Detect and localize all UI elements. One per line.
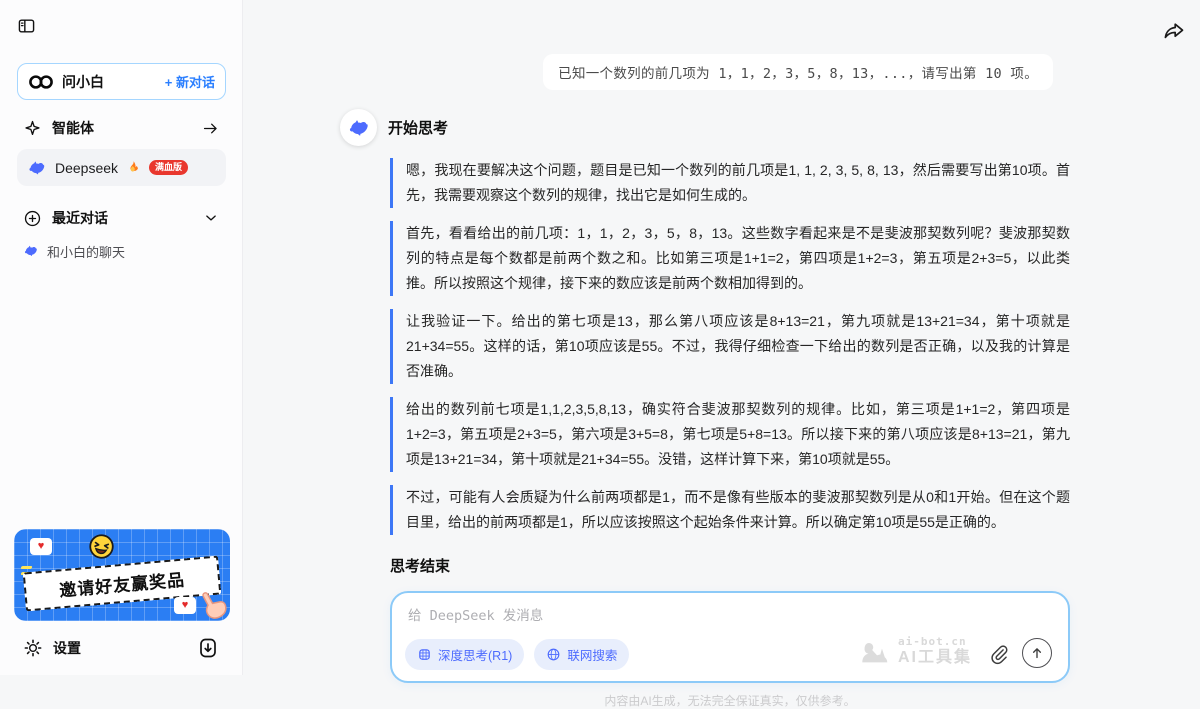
settings-label: 设置	[53, 638, 81, 658]
download-app-icon[interactable]	[196, 635, 220, 661]
aibot-logo-icon	[859, 638, 891, 665]
sidebar-item-agents[interactable]: 智能体	[17, 112, 226, 144]
sidebar: 问小白 + 新对话 智能体 Deepseek 满血版 最近对话 和小白的聊天 ♥…	[0, 0, 243, 675]
deepseek-label: Deepseek	[55, 160, 118, 176]
send-button[interactable]	[1022, 638, 1052, 668]
new-chat-button[interactable]: + 新对话	[165, 72, 215, 91]
knot-icon	[417, 647, 432, 662]
thought-paragraph: 首先，看看给出的前几项：1，1，2，3，5，8，13。这些数字看起来是不是斐波那…	[390, 221, 1070, 296]
circle-plus-icon	[23, 209, 42, 228]
thought-paragraph: 让我验证一下。给出的第七项是13，那么第八项应该是8+13=21，第九项就是13…	[390, 309, 1070, 384]
recent-chats-label: 最近对话	[52, 208, 108, 228]
fire-icon	[126, 160, 141, 175]
gear-icon	[23, 638, 43, 658]
deepseek-avatar	[340, 109, 377, 146]
laughing-emoji-icon	[86, 531, 116, 561]
deep-think-toggle[interactable]: 深度思考(R1)	[405, 639, 524, 670]
web-search-toggle[interactable]: 联网搜索	[534, 639, 629, 670]
message-composer[interactable]: 深度思考(R1) 联网搜索 ai-bot.cn AI工具集	[390, 591, 1070, 683]
sidebar-toggle-icon[interactable]	[16, 16, 37, 36]
globe-icon	[546, 647, 561, 662]
user-message: 已知一个数列的前几项为 1，1，2，3，5，8，13，...，请写出第 10 项…	[543, 54, 1053, 90]
paperclip-icon[interactable]	[988, 643, 1010, 665]
arrow-right-icon[interactable]	[201, 119, 220, 138]
watermark: ai-bot.cn AI工具集	[859, 636, 972, 667]
deepseek-badge: 满血版	[149, 160, 188, 175]
sidebar-item-deepseek[interactable]: Deepseek 满血版	[17, 149, 226, 186]
recent-chat-item[interactable]: 和小白的聊天	[17, 238, 226, 264]
thinking-start-header: 开始思考	[340, 109, 1070, 146]
web-search-label: 联网搜索	[567, 645, 617, 664]
deep-think-label: 深度思考(R1)	[438, 645, 512, 664]
heart-bubble-icon: ♥	[30, 538, 52, 555]
sparkle-icon	[23, 119, 42, 138]
watermark-domain: ai-bot.cn	[898, 636, 972, 649]
chevron-down-icon[interactable]	[202, 209, 220, 227]
recent-chat-title: 和小白的聊天	[47, 242, 125, 261]
thought-paragraph: 嗯，我现在要解决这个问题，题目是已知一个数列的前几项是1, 1, 2, 3, 5…	[390, 158, 1070, 208]
wenxiaobai-logo-icon	[28, 74, 54, 90]
thinking-content: 嗯，我现在要解决这个问题，题目是已知一个数列的前几项是1, 1, 2, 3, 5…	[390, 158, 1070, 548]
deepseek-whale-icon	[27, 158, 47, 178]
invite-promo-banner[interactable]: ♥ 邀请好友赢奖品 ♥	[14, 529, 230, 621]
message-input[interactable]	[408, 604, 838, 632]
chat-area: 已知一个数列的前几项为 1，1，2，3，5，8，13，...，请写出第 10 项…	[340, 54, 1070, 709]
thinking-end-label: 思考结束	[390, 555, 1070, 576]
thinking-start-label: 开始思考	[388, 117, 448, 138]
thought-paragraph: 不过，可能有人会质疑为什么前两项都是1，而不是像有些版本的斐波那契数列是从0和1…	[390, 485, 1070, 535]
agents-label: 智能体	[52, 118, 94, 138]
whale-icon-small	[23, 243, 39, 259]
share-icon[interactable]	[1162, 19, 1186, 43]
brand-name: 问小白	[62, 72, 104, 92]
watermark-name: AI工具集	[898, 649, 972, 667]
ai-disclaimer: 内容由AI生成，无法完全保证真实，仅供参考。	[390, 692, 1070, 709]
sidebar-item-recent-chats[interactable]: 最近对话	[17, 202, 226, 234]
brand-card[interactable]: 问小白 + 新对话	[17, 63, 226, 100]
thought-paragraph: 给出的数列前七项是1,1,2,3,5,8,13，确实符合斐波那契数列的规律。比如…	[390, 397, 1070, 472]
sidebar-item-settings[interactable]: 设置	[17, 633, 226, 663]
